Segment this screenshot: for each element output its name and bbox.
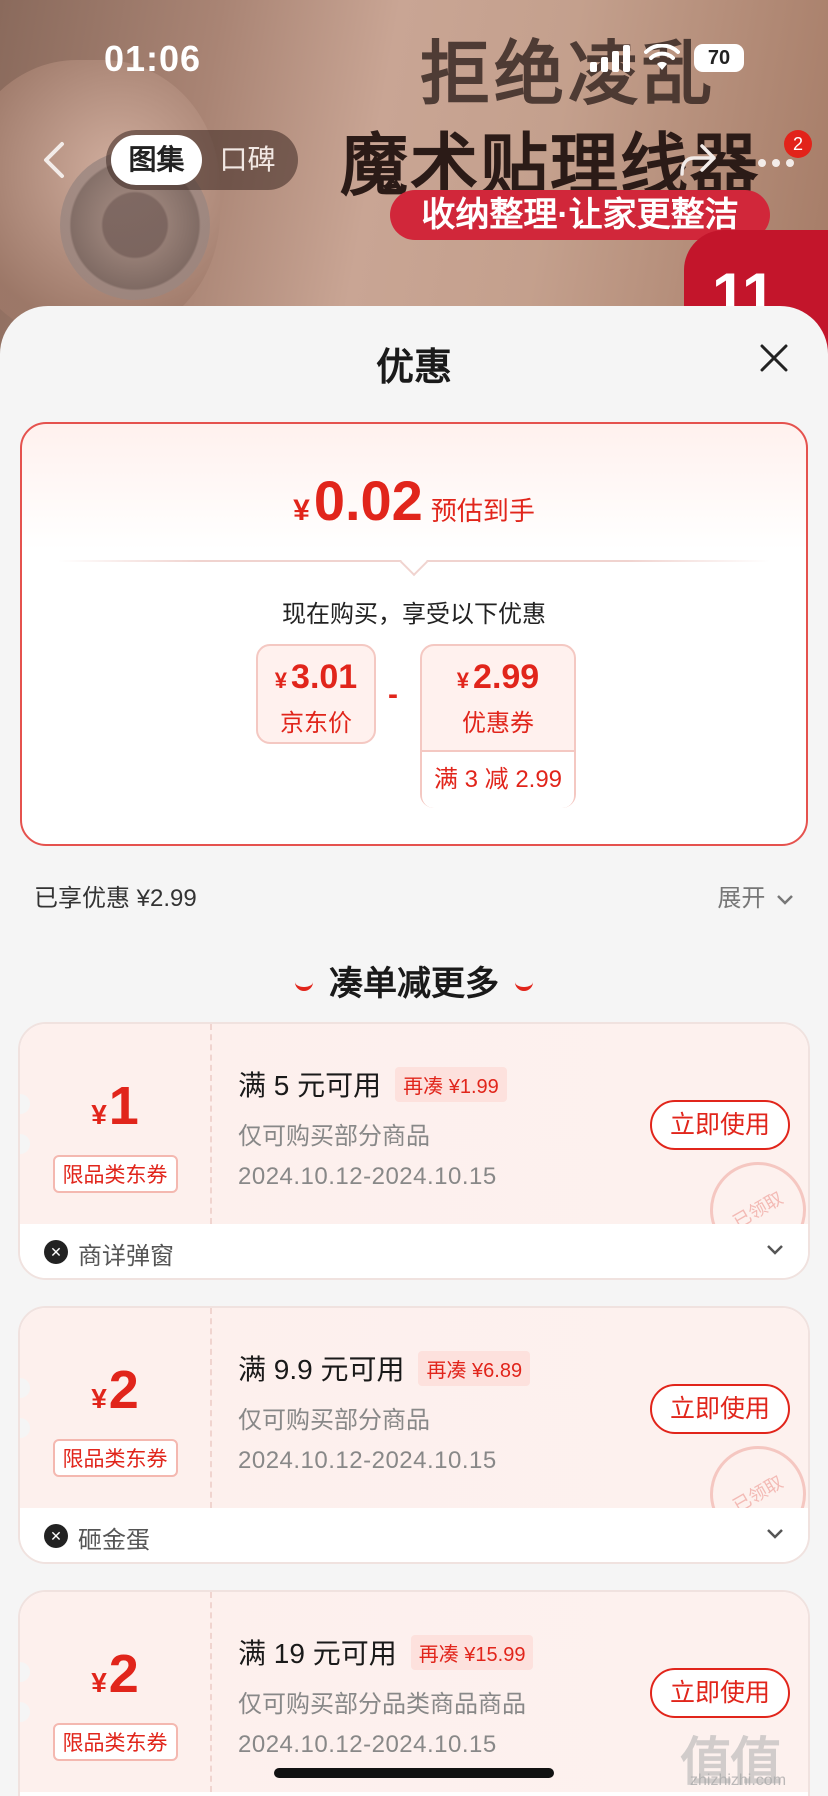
- coupon-info: 满 5 元可用 再凑 ¥1.99 仅可购买部分商品 2024.10.12-2024…: [238, 1064, 507, 1191]
- coupon-type-tag: 限品类东券: [52, 1439, 178, 1477]
- tab-gallery[interactable]: 图集: [111, 135, 202, 185]
- coupon-price-box: ¥2.99 优惠券 满 3 减 2.99: [420, 644, 576, 808]
- close-icon[interactable]: [758, 342, 790, 374]
- coupon-amount-value: 1: [108, 1076, 139, 1136]
- section-title-text: 凑单减更多: [329, 965, 499, 1003]
- coupon-info: 满 19 元可用 再凑 ¥15.99 仅可购买部分品类商品商品 2024.10.1…: [238, 1632, 534, 1759]
- status-icons: 70: [590, 44, 744, 72]
- coupon-validity: 2024.10.12-2024.10.15: [238, 1163, 497, 1190]
- coupon-condition: 满 5 元可用: [238, 1070, 382, 1101]
- coupon-source: 砸金蛋: [78, 1527, 150, 1554]
- coupon-validity: 2024.10.12-2024.10.15: [238, 1447, 497, 1474]
- discount-sheet: 优惠 ¥0.02 预估到手 现在购买，享受以下优惠 ¥3.01 京东价 - ¥2.…: [0, 306, 828, 1796]
- battery-icon: 70: [694, 44, 744, 72]
- coupon-info: 满 9.9 元可用 再凑 ¥6.89 仅可购买部分商品 2024.10.12-20…: [238, 1348, 531, 1475]
- coupon-body: ¥1 限品类东券 满 5 元可用 再凑 ¥1.99 仅可购买部分商品 2024.1…: [20, 1024, 808, 1276]
- enjoyed-discount: 已享优惠 ¥2.99: [34, 885, 197, 912]
- coupon-amount-value: 2: [108, 1644, 139, 1704]
- coupon-currency: ¥: [91, 1099, 107, 1130]
- sheet-title: 优惠: [375, 347, 452, 389]
- coupon-amount: ¥1: [20, 1076, 210, 1145]
- coupon-gap-hint: 再凑 ¥6.89: [418, 1350, 531, 1386]
- coupon-source-row[interactable]: ✕ 砸金蛋: [20, 1508, 808, 1562]
- coupon-amount-area: ¥1 限品类东券: [20, 1024, 212, 1224]
- chevron-down-icon: [777, 895, 793, 905]
- chevron-down-icon: [767, 1245, 783, 1255]
- coupon-type-tag: 限品类东券: [52, 1155, 178, 1193]
- back-arrow-icon[interactable]: [40, 140, 66, 180]
- coupon-gap-hint: 再凑 ¥1.99: [395, 1066, 507, 1102]
- coupon-type-tag: 限品类东券: [52, 1723, 178, 1761]
- chevron-down-icon: [767, 1529, 783, 1539]
- section-title: 凑单减更多: [0, 956, 828, 1005]
- wifi-icon: [644, 44, 680, 70]
- coupon-currency: ¥: [91, 1667, 107, 1698]
- cellular-signal-icon: [590, 44, 630, 72]
- smile-decoration-right: [515, 981, 533, 992]
- notification-badge: 2: [784, 130, 812, 158]
- smile-decoration-left: [295, 981, 313, 992]
- coupon-condition: 满 9.9 元可用: [238, 1354, 405, 1385]
- coupon-scope: 仅可购买部分商品: [238, 1407, 430, 1434]
- coupon-amount-area: ¥2 限品类东券: [20, 1592, 212, 1792]
- buy-now-hint: 现在购买，享受以下优惠: [282, 601, 546, 628]
- coupon-card: ¥2 限品类东券 满 9.9 元可用 再凑 ¥6.89 仅可购买部分商品 2024…: [18, 1306, 810, 1564]
- coupon-currency: ¥: [91, 1383, 107, 1414]
- estimate-label: 预估到手: [430, 496, 535, 526]
- expand-label: 展开: [717, 885, 766, 912]
- home-indicator[interactable]: [274, 1768, 554, 1778]
- tab-reviews[interactable]: 口碑: [202, 135, 293, 185]
- coupon-price-condition: 满 3 减 2.99: [422, 750, 574, 808]
- coupon-amount-value: 2: [108, 1360, 139, 1420]
- estimate-value: 0.02: [313, 469, 423, 532]
- coupon-amount: ¥2: [20, 1360, 210, 1429]
- coupon-source-row[interactable]: ✕ 商详弹窗: [20, 1224, 808, 1278]
- divider-notch: [399, 547, 429, 577]
- use-now-button[interactable]: 立即使用: [650, 1668, 790, 1718]
- coupon-amount: ¥2: [20, 1644, 210, 1713]
- source-icon: ✕: [44, 1240, 68, 1264]
- coupon-price-label: 优惠券: [462, 710, 534, 737]
- use-now-button[interactable]: 立即使用: [650, 1100, 790, 1150]
- coupon-price-currency: ¥: [456, 668, 470, 693]
- source-icon: ✕: [44, 1524, 68, 1548]
- status-time: 01:06: [104, 38, 202, 79]
- coupon-amount-area: ¥2 限品类东券: [20, 1308, 212, 1508]
- coupon-scope: 仅可购买部分商品: [238, 1123, 430, 1150]
- use-now-button[interactable]: 立即使用: [650, 1384, 790, 1434]
- jd-price-label: 京东价: [280, 710, 352, 737]
- minus-operator: -: [388, 678, 398, 711]
- more-options-icon[interactable]: [756, 158, 796, 168]
- jd-price-value: 3.01: [291, 658, 358, 696]
- coupon-validity: 2024.10.12-2024.10.15: [238, 1731, 497, 1758]
- watermark-site: zhizhizhi.com: [690, 1772, 787, 1789]
- price-breakdown-card: ¥0.02 预估到手 现在购买，享受以下优惠 ¥3.01 京东价 - ¥2.99 …: [20, 422, 808, 846]
- coupon-scope: 仅可购买部分品类商品商品: [238, 1691, 526, 1718]
- jd-price-currency: ¥: [274, 668, 288, 693]
- gallery-review-switch: 图集 口碑: [106, 130, 298, 190]
- jd-price-box: ¥3.01 京东价: [256, 644, 376, 744]
- coupon-price-value: 2.99: [473, 658, 540, 696]
- estimate-currency: ¥: [293, 494, 310, 527]
- share-icon[interactable]: [676, 138, 720, 182]
- coupon-body: ¥2 限品类东券 满 9.9 元可用 再凑 ¥6.89 仅可购买部分商品 2024…: [20, 1308, 808, 1560]
- estimated-price: ¥0.02 预估到手: [22, 468, 806, 533]
- expand-toggle[interactable]: 展开: [717, 878, 794, 913]
- coupon-gap-hint: 再凑 ¥15.99: [410, 1634, 534, 1670]
- coupon-source: 商详弹窗: [78, 1243, 174, 1270]
- coupon-condition: 满 19 元可用: [238, 1638, 397, 1669]
- coupon-card: ¥1 限品类东券 满 5 元可用 再凑 ¥1.99 仅可购买部分商品 2024.1…: [18, 1022, 810, 1280]
